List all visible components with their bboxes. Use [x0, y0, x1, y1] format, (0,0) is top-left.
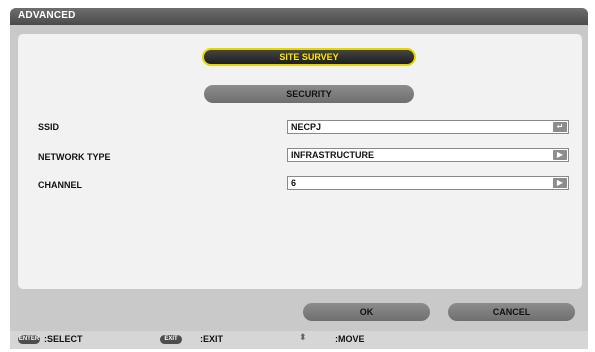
- network-type-value: INFRASTRUCTURE: [291, 150, 374, 160]
- up-down-arrows-icon: ⬍: [299, 332, 307, 342]
- window-title: ADVANCED: [18, 10, 76, 21]
- footer-hint-bar: ENTER :SELECT EXIT :EXIT ⬍ :MOVE: [10, 331, 588, 349]
- channel-label: CHANNEL: [38, 180, 82, 190]
- exit-hint: :EXIT: [200, 334, 224, 344]
- security-button[interactable]: SECURITY: [204, 85, 414, 103]
- exit-key-icon: EXIT: [160, 335, 182, 344]
- channel-field[interactable]: 6 ▶: [287, 176, 569, 190]
- play-arrow-icon[interactable]: ▶: [553, 178, 567, 188]
- channel-value: 6: [291, 178, 297, 188]
- ssid-value: NECPJ: [291, 122, 322, 132]
- network-type-label: NETWORK TYPE: [38, 152, 111, 162]
- settings-panel: SITE SURVEY SECURITY SSID NECPJ ↵ NETWOR…: [18, 34, 582, 289]
- ssid-field[interactable]: NECPJ ↵: [287, 120, 569, 134]
- play-arrow-icon[interactable]: ▶: [553, 150, 567, 160]
- select-hint: :SELECT: [44, 334, 83, 344]
- enter-key-icon: ENTER: [18, 335, 40, 344]
- site-survey-button[interactable]: SITE SURVEY: [202, 48, 416, 66]
- ok-button[interactable]: OK: [303, 303, 430, 321]
- network-type-field[interactable]: INFRASTRUCTURE ▶: [287, 148, 569, 162]
- ssid-label: SSID: [38, 122, 60, 132]
- advanced-window: ADVANCED SITE SURVEY SECURITY SSID NECPJ…: [10, 8, 588, 349]
- cancel-button[interactable]: CANCEL: [448, 303, 575, 321]
- enter-icon[interactable]: ↵: [553, 122, 567, 132]
- move-hint: :MOVE: [335, 334, 365, 344]
- title-bar: ADVANCED: [10, 8, 588, 25]
